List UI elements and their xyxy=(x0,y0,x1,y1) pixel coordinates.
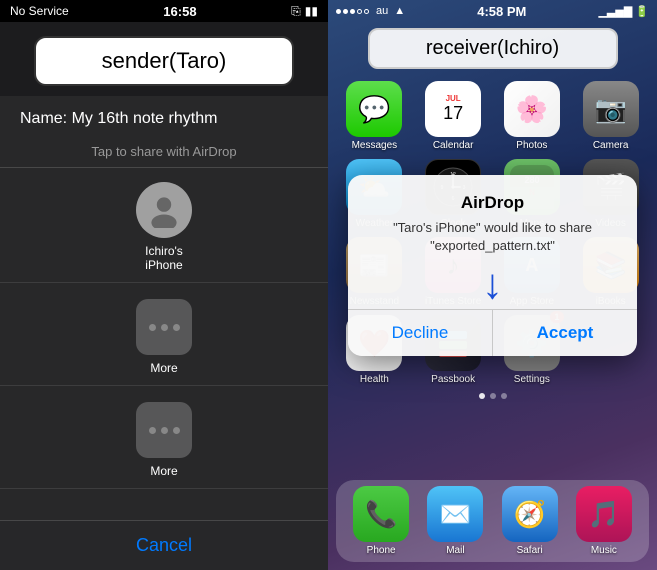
app-icon-img: 🌸 xyxy=(504,81,560,137)
right-panel: au ▲ 4:58 PM ▁▃▅▇ 🔋 receiver(Ichiro) 💬 M… xyxy=(328,0,657,570)
sender-label: sender(Taro) xyxy=(34,36,294,86)
name-prefix-label: Name: xyxy=(20,110,67,127)
signal-dot xyxy=(336,9,341,14)
signal-dot xyxy=(350,9,355,14)
more-item-1[interactable]: More xyxy=(0,283,328,386)
page-dot-2 xyxy=(490,393,496,399)
dock-mail[interactable]: ✉️ Mail xyxy=(427,486,483,556)
app-calendar[interactable]: JUL 17 Calendar xyxy=(417,81,490,151)
accept-button[interactable]: Accept xyxy=(493,310,637,356)
bluetooth-icon: ⎘ xyxy=(291,4,301,19)
dock-safari[interactable]: 🧭 Safari xyxy=(502,486,558,556)
app-messages[interactable]: 💬 Messages xyxy=(338,81,411,151)
app-label: Messages xyxy=(352,140,398,151)
app-dock: 📞 Phone ✉️ Mail 🧭 Safari 🎵 Music xyxy=(336,480,649,562)
app-icon-img: 💬 xyxy=(346,81,402,137)
app-label: Music xyxy=(591,545,617,556)
dot xyxy=(173,324,180,331)
signal-dot-empty xyxy=(357,9,362,14)
battery-icon: 🔋 xyxy=(635,5,649,18)
dialog-buttons: Decline Accept xyxy=(348,309,637,356)
app-label: Health xyxy=(360,374,389,385)
app-icon-img: JUL 17 xyxy=(425,81,481,137)
airdrop-contact-item[interactable]: Ichiro'siPhone xyxy=(0,168,328,283)
carrier-text: No Service xyxy=(10,4,69,18)
person-icon xyxy=(146,192,182,228)
more-dots-1 xyxy=(136,299,192,355)
page-dot-3 xyxy=(501,393,507,399)
page-indicator xyxy=(328,389,657,403)
status-left: au ▲ xyxy=(336,5,405,17)
more-label-1: More xyxy=(150,361,177,375)
app-label: Mail xyxy=(446,545,464,556)
cancel-button[interactable]: Cancel xyxy=(0,520,328,570)
file-name-row: Name: My 16th note rhythm xyxy=(0,96,328,134)
dot xyxy=(173,427,180,434)
app-label: Phone xyxy=(367,545,396,556)
app-icon-img: ✉️ xyxy=(427,486,483,542)
signal-dot-empty xyxy=(364,9,369,14)
wifi-icon: ▲ xyxy=(394,5,405,17)
status-icons: ⎘ ▮▮ xyxy=(291,4,318,19)
dot xyxy=(149,324,156,331)
left-panel: No Service 16:58 ⎘ ▮▮ sender(Taro) Name:… xyxy=(0,0,328,570)
app-photos[interactable]: 🌸 Photos xyxy=(496,81,569,151)
app-label: Safari xyxy=(517,545,543,556)
right-status-bar: au ▲ 4:58 PM ▁▃▅▇ 🔋 xyxy=(328,0,657,22)
app-label: Photos xyxy=(516,140,547,151)
app-label: Settings xyxy=(514,374,550,385)
dialog-arrow-icon: ↓ xyxy=(364,263,621,305)
dot xyxy=(161,324,168,331)
airdrop-dialog: AirDrop "Taro's iPhone" would like to sh… xyxy=(348,175,637,356)
signal-icon xyxy=(336,9,369,14)
file-name-value: My 16th note rhythm xyxy=(72,110,218,127)
app-label: Camera xyxy=(593,140,629,151)
app-grid-row1: 💬 Messages JUL 17 Calendar 🌸 Photos 📷 Ca… xyxy=(328,77,657,155)
app-icon-img: 📷 xyxy=(583,81,639,137)
decline-button[interactable]: Decline xyxy=(348,310,493,356)
airdrop-hint: Tap to share with AirDrop xyxy=(0,134,328,168)
app-icon-img: 🧭 xyxy=(502,486,558,542)
dock-phone[interactable]: 📞 Phone xyxy=(353,486,409,556)
left-inner: Name: My 16th note rhythm Tap to share w… xyxy=(0,96,328,489)
left-content-area: Name: My 16th note rhythm Tap to share w… xyxy=(0,96,328,520)
page-dot-1 xyxy=(479,393,485,399)
more-dots-2 xyxy=(136,402,192,458)
contact-name: Ichiro'siPhone xyxy=(145,244,183,272)
left-status-bar: No Service 16:58 ⎘ ▮▮ xyxy=(0,0,328,22)
more-item-2[interactable]: More xyxy=(0,386,328,489)
app-icon-img: 🎵 xyxy=(576,486,632,542)
dialog-title: AirDrop xyxy=(364,193,621,213)
app-label: Passbook xyxy=(431,374,475,385)
app-icon-img: 📞 xyxy=(353,486,409,542)
signal-dot xyxy=(343,9,348,14)
avatar xyxy=(136,182,192,238)
status-time: 16:58 xyxy=(163,4,196,19)
app-label: Calendar xyxy=(433,140,474,151)
status-right: ▁▃▅▇ 🔋 xyxy=(598,5,649,18)
status-time: 4:58 PM xyxy=(477,4,526,19)
battery-icon: ▮▮ xyxy=(305,4,318,18)
signal-strength-icon: ▁▃▅▇ xyxy=(598,5,632,18)
receiver-label: receiver(Ichiro) xyxy=(368,28,618,69)
app-camera[interactable]: 📷 Camera xyxy=(574,81,647,151)
dot xyxy=(149,427,156,434)
more-label-2: More xyxy=(150,464,177,478)
dialog-message: "Taro's iPhone" would like to share"expo… xyxy=(364,219,621,255)
carrier-name: au xyxy=(376,5,388,17)
dock-music[interactable]: 🎵 Music xyxy=(576,486,632,556)
dot xyxy=(161,427,168,434)
